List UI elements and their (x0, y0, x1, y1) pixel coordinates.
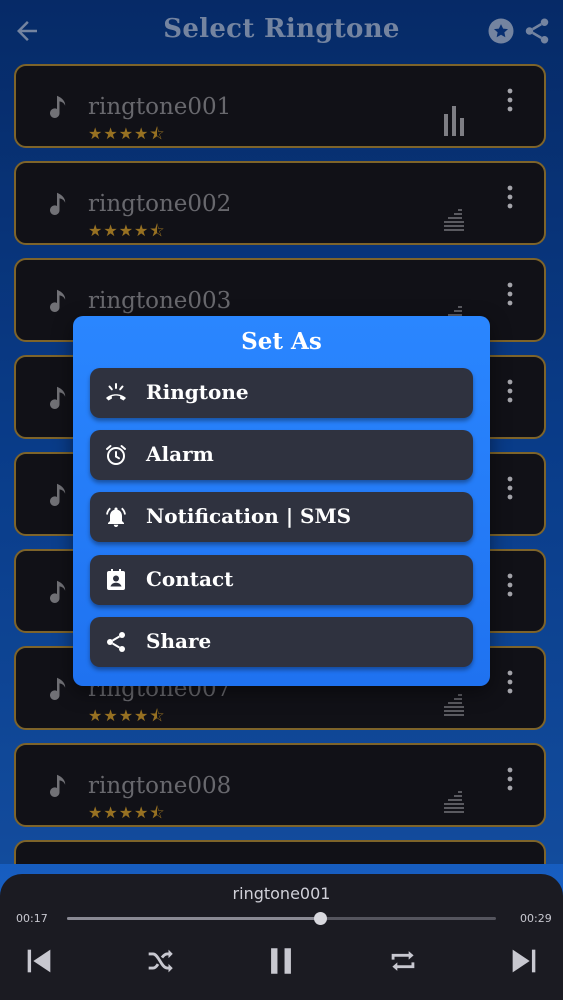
notification-bell-icon (106, 507, 126, 527)
media-player: ringtone001 00:17 00:29 (0, 874, 563, 1000)
repeat-icon[interactable] (386, 944, 420, 978)
option-label: Ringtone (146, 380, 249, 404)
seek-bar-fill (67, 917, 321, 920)
option-label: Share (146, 629, 212, 653)
share-option-button[interactable]: Share (90, 617, 473, 667)
share-icon (107, 632, 125, 652)
elapsed-time: 00:17 (16, 912, 48, 925)
pause-icon[interactable] (264, 944, 298, 978)
next-icon[interactable] (507, 944, 541, 978)
contact-card-icon (107, 569, 125, 590)
alarm-clock-icon (106, 445, 126, 465)
set-as-alarm-button[interactable]: Alarm (90, 430, 473, 480)
dialog-title: Set As (241, 328, 322, 355)
duration-time: 00:29 (520, 912, 552, 925)
shuffle-icon[interactable] (143, 944, 177, 978)
option-label: Alarm (146, 442, 214, 466)
seek-bar[interactable] (67, 912, 496, 925)
seek-thumb[interactable] (314, 912, 328, 925)
phone-ringing-icon (106, 383, 126, 401)
option-label: Notification | SMS (146, 504, 352, 528)
set-as-notification-button[interactable]: Notification | SMS (90, 492, 473, 542)
previous-icon[interactable] (22, 944, 56, 978)
set-as-dialog: Set As Ringtone Alarm Notification | SMS… (73, 316, 490, 686)
set-as-ringtone-button[interactable]: Ringtone (90, 368, 473, 418)
option-label: Contact (146, 567, 234, 591)
now-playing-title: ringtone001 (232, 884, 331, 903)
set-as-contact-button[interactable]: Contact (90, 555, 473, 605)
